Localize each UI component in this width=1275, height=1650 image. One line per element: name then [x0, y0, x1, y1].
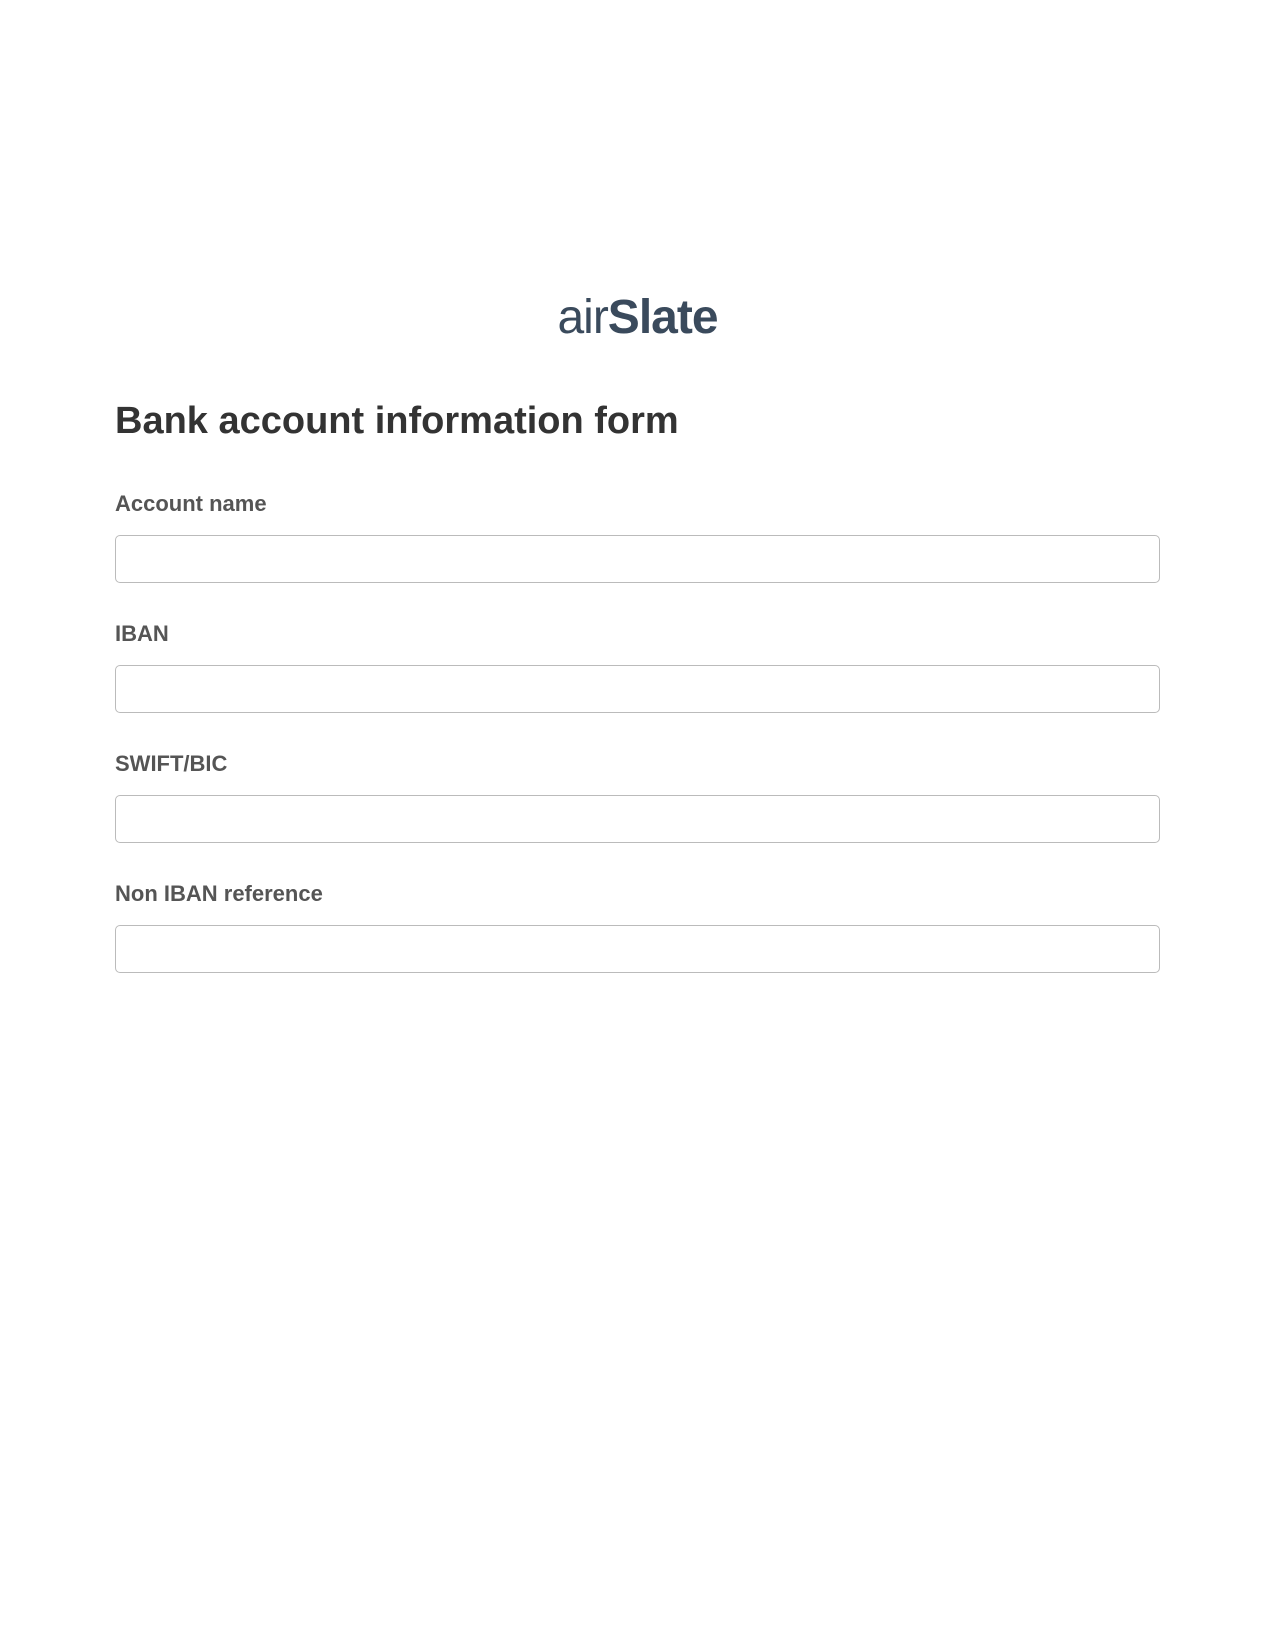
- logo-air-part: air: [557, 291, 607, 344]
- field-swift-bic: SWIFT/BIC: [115, 751, 1160, 843]
- logo: airSlate: [115, 290, 1160, 345]
- form-title: Bank account information form: [115, 400, 1160, 443]
- iban-input[interactable]: [115, 665, 1160, 713]
- form-page: airSlate Bank account information form A…: [0, 0, 1275, 973]
- swift-bic-input[interactable]: [115, 795, 1160, 843]
- non-iban-reference-label: Non IBAN reference: [115, 881, 1160, 907]
- logo-slate-part: Slate: [608, 291, 718, 344]
- account-name-input[interactable]: [115, 535, 1160, 583]
- logo-text: airSlate: [557, 291, 717, 344]
- field-non-iban-reference: Non IBAN reference: [115, 881, 1160, 973]
- field-iban: IBAN: [115, 621, 1160, 713]
- iban-label: IBAN: [115, 621, 1160, 647]
- non-iban-reference-input[interactable]: [115, 925, 1160, 973]
- account-name-label: Account name: [115, 491, 1160, 517]
- swift-bic-label: SWIFT/BIC: [115, 751, 1160, 777]
- field-account-name: Account name: [115, 491, 1160, 583]
